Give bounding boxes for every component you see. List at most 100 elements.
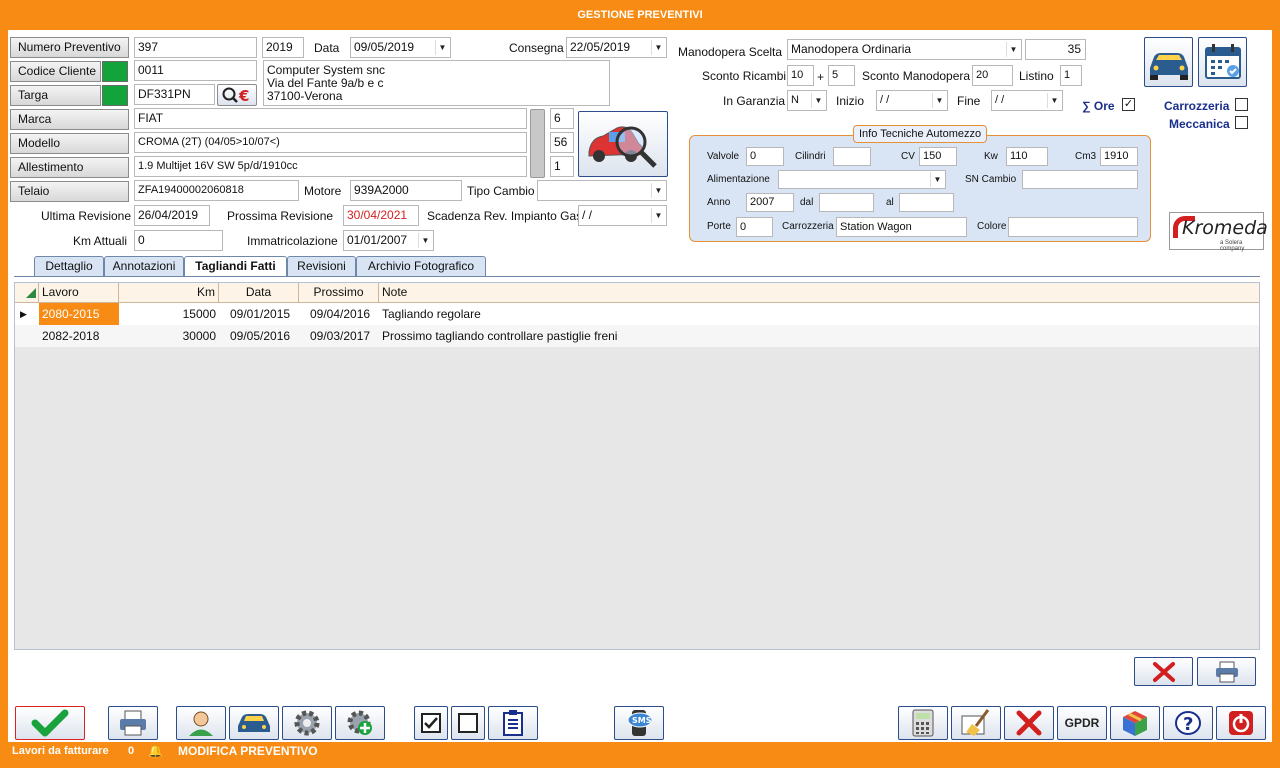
column-header-data[interactable]: Data (219, 283, 299, 303)
numero-preventivo-field[interactable]: 397 (134, 37, 257, 58)
cell-km[interactable]: 15000 (119, 303, 219, 325)
km-attuali-field[interactable]: 0 (134, 230, 223, 251)
inizio-field[interactable]: / / ▼ (876, 90, 948, 111)
cilindri-field[interactable] (833, 147, 871, 166)
sconto-ricambi-1-field[interactable]: 10 (787, 65, 814, 86)
listino-field[interactable]: 1 (1060, 65, 1082, 86)
cell-prossimo[interactable]: 09/04/2016 (307, 303, 379, 325)
meccanica-checkbox[interactable] (1235, 116, 1248, 129)
porte-field[interactable]: 0 (736, 217, 773, 237)
targa-search-button[interactable]: € (217, 84, 257, 106)
chevron-down-icon[interactable]: ▼ (435, 40, 449, 55)
manodopera-scelta-select[interactable]: Manodopera Ordinaria ▼ (787, 39, 1022, 60)
cell-note[interactable]: Tagliando regolare (379, 303, 1249, 325)
motore-field[interactable]: 939A2000 (350, 180, 462, 201)
customer-button[interactable] (176, 706, 226, 740)
sn-cambio-field[interactable] (1022, 170, 1138, 189)
calendar-button[interactable] (1198, 37, 1247, 87)
print-grid-button[interactable] (1197, 657, 1256, 686)
vehicle-search-button[interactable] (578, 111, 668, 177)
cell-data[interactable]: 09/05/2016 (227, 325, 299, 347)
select-all-button[interactable] (414, 706, 448, 740)
scadenza-gas-field[interactable]: / / ▼ (578, 205, 667, 226)
chevron-down-icon[interactable]: ▼ (1047, 93, 1061, 108)
anno-field[interactable]: 2019 (262, 37, 304, 58)
chevron-down-icon[interactable]: ▼ (651, 183, 665, 198)
settings-button[interactable] (282, 706, 332, 740)
marca-field[interactable]: FIAT (134, 108, 527, 129)
al-field[interactable] (899, 193, 954, 212)
kromeda-logo[interactable]: Kromeda a Solera company (1169, 212, 1268, 252)
cell-lavoro[interactable]: 2080-2015 (39, 303, 119, 325)
sms-button[interactable]: SMS (614, 706, 664, 740)
chevron-down-icon[interactable]: ▼ (932, 93, 946, 108)
add-settings-button[interactable] (335, 706, 385, 740)
chevron-down-icon[interactable]: ▼ (651, 208, 665, 223)
vehicle-scrollbar[interactable] (530, 109, 545, 178)
exit-button[interactable] (1216, 706, 1266, 740)
chevron-down-icon[interactable]: ▼ (418, 233, 432, 248)
catalog-button[interactable] (1110, 706, 1160, 740)
tipo-cambio-select[interactable]: ▼ (537, 180, 667, 201)
column-header-prossimo[interactable]: Prossimo (299, 283, 379, 303)
cell-note[interactable]: Prossimo tagliando controllare pastiglie… (379, 325, 1249, 347)
allestimento-field[interactable]: 1.9 Multijet 16V SW 5p/d/1910cc (134, 156, 527, 177)
tab-revisioni[interactable]: Revisioni (287, 256, 356, 276)
help-button[interactable]: ? (1163, 706, 1213, 740)
chevron-down-icon[interactable]: ▼ (930, 172, 944, 187)
chevron-down-icon[interactable]: ▼ (651, 40, 665, 55)
checklist-button[interactable] (488, 706, 538, 740)
table-row[interactable]: 2082-2018 30000 09/05/2016 09/03/2017 Pr… (15, 325, 1259, 347)
cv-field[interactable]: 150 (919, 147, 957, 166)
telaio-field[interactable]: ZFA19400002060818 (134, 180, 299, 201)
cancel-button[interactable] (1004, 706, 1054, 740)
print-button[interactable] (108, 706, 158, 740)
vehicle-button[interactable] (229, 706, 279, 740)
cm3-field[interactable]: 1910 (1100, 147, 1138, 166)
anno-tech-field[interactable]: 2007 (746, 193, 794, 212)
immatricolazione-field[interactable]: 01/01/2007 ▼ (343, 230, 434, 251)
valvole-field[interactable]: 0 (746, 147, 784, 166)
kw-field[interactable]: 110 (1006, 147, 1048, 166)
data-field[interactable]: 09/05/2019 ▼ (350, 37, 451, 58)
fine-field[interactable]: / / ▼ (991, 90, 1063, 111)
chevron-down-icon[interactable]: ▼ (811, 93, 825, 108)
carrozzeria-tech-field[interactable]: Station Wagon (836, 217, 967, 237)
vehicles-button[interactable] (1144, 37, 1193, 87)
modello-field[interactable]: CROMA (2T) (04/05>10/07<) (134, 132, 527, 153)
allestimento-button[interactable]: Allestimento (10, 157, 129, 178)
gpdr-button[interactable]: GPDR (1057, 706, 1107, 740)
column-header-note[interactable]: Note (379, 283, 1259, 303)
in-garanzia-select[interactable]: N ▼ (787, 90, 827, 111)
codice-cliente-button[interactable]: Codice Cliente (10, 61, 101, 82)
dal-field[interactable] (819, 193, 874, 212)
cell-data[interactable]: 09/01/2015 (227, 303, 299, 325)
consegna-field[interactable]: 22/05/2019 ▼ (566, 37, 667, 58)
sconto-ricambi-2-field[interactable]: 5 (828, 65, 855, 86)
carrozzeria-checkbox[interactable] (1235, 98, 1248, 111)
chevron-down-icon[interactable]: ▼ (1006, 42, 1020, 57)
tab-annotazioni[interactable]: Annotazioni (104, 256, 184, 276)
marca-button[interactable]: Marca (10, 109, 129, 130)
numero-preventivo-button[interactable]: Numero Preventivo (10, 37, 129, 58)
confirm-button[interactable] (15, 706, 85, 740)
sconto-manodopera-field[interactable]: 20 (972, 65, 1013, 86)
cell-prossimo[interactable]: 09/03/2017 (307, 325, 379, 347)
tab-tagliandi-fatti[interactable]: Tagliandi Fatti (184, 256, 287, 277)
manodopera-value-field[interactable]: 35 (1025, 39, 1086, 60)
column-header-lavoro[interactable]: Lavoro (39, 283, 119, 303)
sum-ore-checkbox[interactable]: ✓ (1122, 98, 1135, 111)
colore-field[interactable] (1008, 217, 1138, 237)
table-row[interactable]: ▶ 2080-2015 15000 09/01/2015 09/04/2016 … (15, 303, 1259, 325)
tagliandi-grid[interactable]: Lavoro Km Data Prossimo Note ▶ 2080-2015… (14, 282, 1260, 650)
clear-button[interactable] (951, 706, 1001, 740)
telaio-button[interactable]: Telaio (10, 181, 129, 202)
targa-field[interactable]: DF331PN (134, 84, 215, 105)
targa-button[interactable]: Targa (10, 85, 101, 106)
modello-button[interactable]: Modello (10, 133, 129, 154)
ultima-revisione-field[interactable]: 26/04/2019 (134, 205, 210, 226)
cell-lavoro[interactable]: 2082-2018 (39, 325, 119, 347)
codice-cliente-field[interactable]: 0011 (134, 60, 257, 81)
deselect-all-button[interactable] (451, 706, 485, 740)
alimentazione-select[interactable]: ▼ (778, 170, 946, 189)
